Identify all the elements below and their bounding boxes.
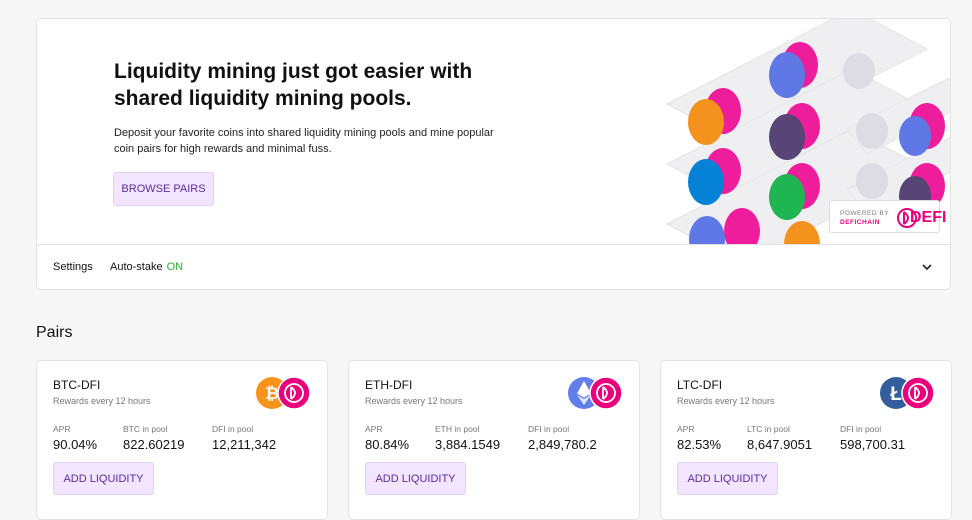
- dfi-pool-label: DFI in pool: [212, 424, 254, 434]
- svg-text:Ł: Ł: [890, 384, 902, 405]
- coin-pool-label: BTC in pool: [123, 424, 168, 434]
- pair-rewards: Rewards every 12 hours: [53, 396, 151, 406]
- coin-pool-value: 822.60219: [123, 437, 185, 452]
- powered-by-brand: DEFICHAIN: [840, 219, 880, 226]
- pair-name: LTC-DFI: [677, 378, 723, 392]
- apr-value: 90.04%: [53, 437, 98, 452]
- settings-bar[interactable]: Settings Auto-stake ON: [37, 244, 950, 289]
- apr-label: APR: [365, 424, 383, 434]
- apr-label: APR: [677, 424, 695, 434]
- svg-text:₿: ₿: [265, 384, 279, 403]
- chevron-down-icon[interactable]: [922, 263, 932, 271]
- apr-stat: APR 90.04%: [53, 424, 97, 452]
- coin-pool-value: 8,647.9051: [747, 437, 813, 452]
- defi-coin-icon: [277, 376, 311, 410]
- dfi-pool-label: DFI in pool: [840, 424, 882, 434]
- coin-pool-value: 3,884.1549: [435, 437, 501, 452]
- pair-icons: ₿: [256, 376, 311, 410]
- powered-by-badge[interactable]: POWERED BY DEFICHAIN DEFI: [829, 200, 946, 233]
- pair-rewards: Rewards every 12 hours: [677, 396, 775, 406]
- add-liquidity-button[interactable]: ADD LIQUIDITY: [53, 462, 154, 495]
- pair-name: BTC-DFI: [53, 378, 101, 392]
- apr-value: 82.53%: [677, 437, 722, 452]
- add-liquidity-button[interactable]: ADD LIQUIDITY: [677, 462, 778, 495]
- pair-icons: Ł: [880, 376, 935, 410]
- dfi-pool-value: 2,849,780.2: [528, 437, 597, 452]
- hero-card: Liquidity mining just got easier with sh…: [36, 18, 951, 290]
- autostake-value: ON: [166, 261, 184, 273]
- coin-pool-stat: ETH in pool 3,884.1549: [435, 424, 500, 452]
- coin-pool-stat: LTC in pool 8,647.9051: [747, 424, 812, 452]
- powered-by-name: DEFI: [910, 209, 947, 226]
- browse-pairs-button[interactable]: BROWSE PAIRS: [113, 172, 214, 206]
- pair-card-eth-dfi: ETH-DFI Rewards every 12 hours APR 80.84…: [348, 360, 640, 520]
- pair-name: ETH-DFI: [365, 378, 413, 392]
- pair-card-btc-dfi: BTC-DFI Rewards every 12 hours ₿ APR 90.…: [36, 360, 328, 520]
- dfi-pool-stat: DFI in pool 598,700.31: [840, 424, 905, 452]
- apr-label: APR: [53, 424, 71, 434]
- coin-pool-label: ETH in pool: [435, 424, 480, 434]
- hero-title: Liquidity mining just got easier with sh…: [114, 60, 473, 110]
- autostake-label: Auto-stake: [110, 261, 163, 273]
- pair-card-ltc-dfi: LTC-DFI Rewards every 12 hours Ł APR 82.…: [660, 360, 952, 520]
- dfi-pool-stat: DFI in pool 2,849,780.2: [528, 424, 597, 452]
- defi-coin-icon: [901, 376, 935, 410]
- dfi-pool-value: 598,700.31: [840, 437, 906, 452]
- autostake-status: Auto-stake ON: [110, 261, 183, 273]
- apr-value: 80.84%: [365, 437, 410, 452]
- powered-by-label: POWERED BY: [840, 210, 890, 217]
- dfi-pool-label: DFI in pool: [528, 424, 570, 434]
- pairs-heading: Pairs: [36, 324, 73, 341]
- hero-description: Deposit your favorite coins into shared …: [114, 127, 494, 155]
- defi-coin-icon: [589, 376, 623, 410]
- pair-rewards: Rewards every 12 hours: [365, 396, 463, 406]
- add-liquidity-button[interactable]: ADD LIQUIDITY: [365, 462, 466, 495]
- pair-icons: [568, 376, 623, 410]
- dfi-pool-value: 12,211,342: [212, 437, 277, 452]
- powered-by-text: POWERED BY DEFICHAIN: [840, 209, 889, 227]
- dfi-pool-stat: DFI in pool 12,211,342: [212, 424, 276, 452]
- apr-stat: APR 82.53%: [677, 424, 721, 452]
- coin-pool-stat: BTC in pool 822.60219: [123, 424, 184, 452]
- apr-stat: APR 80.84%: [365, 424, 409, 452]
- coin-pool-label: LTC in pool: [747, 424, 790, 434]
- settings-label: Settings: [53, 261, 93, 273]
